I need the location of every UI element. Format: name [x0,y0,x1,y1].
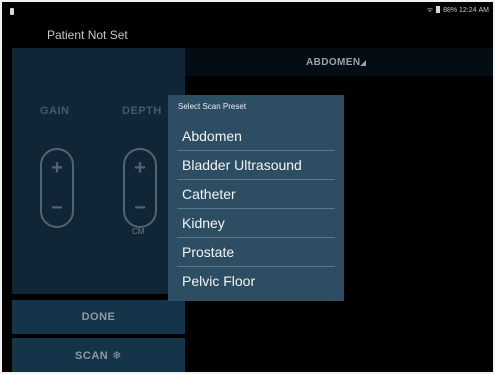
preset-item-label: Pelvic Floor [182,273,256,289]
control-panel [12,48,185,294]
wifi-icon: ᯤ [426,7,434,14]
gain-increase-button[interactable]: + [42,158,72,178]
preset-item-prostate[interactable]: Prostate [177,238,335,267]
preset-item-label: Kidney [182,215,225,231]
preset-item-catheter[interactable]: Catheter [177,180,335,209]
preset-item-pelvic-floor[interactable]: Pelvic Floor [177,267,335,296]
gain-label: GAIN [40,105,70,117]
depth-unit-label: CM [132,227,145,236]
app-screen: ᯤ 88% 12:24 AM Patient Not Set ABDOMEN◢ … [2,2,493,372]
done-button[interactable]: DONE [12,300,185,334]
notification-icon [10,8,14,15]
depth-decrease-button[interactable]: − [125,198,155,218]
preset-item-label: Abdomen [182,128,242,144]
status-bar: ᯤ 88% 12:24 AM [2,2,493,20]
chevron-down-icon: ◢ [360,60,367,67]
preset-button-label: ABDOMEN [306,57,361,68]
preset-item-kidney[interactable]: Kidney [177,209,335,238]
gain-decrease-button[interactable]: − [42,198,72,218]
patient-label[interactable]: Patient Not Set [47,28,128,42]
scan-button-content: SCAN ❄ [12,349,185,362]
done-button-label: DONE [81,311,116,323]
status-right: ᯤ 88% 12:24 AM [427,6,489,15]
gain-stepper[interactable]: + − [40,148,74,228]
scan-button[interactable]: SCAN ❄ [12,338,185,372]
preset-item-label: Catheter [182,186,236,202]
depth-stepper[interactable]: + − [123,148,157,228]
preset-item-abdomen[interactable]: Abdomen [177,122,335,151]
scan-button-label: SCAN [75,350,109,362]
preset-item-label: Prostate [182,244,235,260]
preset-item-bladder-ultrasound[interactable]: Bladder Ultrasound [177,151,335,180]
snowflake-icon: ❄ [112,350,122,362]
scan-preset-menu: Select Scan Preset Abdomen Bladder Ultra… [168,95,344,301]
preset-button[interactable]: ABDOMEN◢ [306,57,366,68]
depth-increase-button[interactable]: + [125,158,155,178]
preset-item-label: Bladder Ultrasound [182,157,302,173]
menu-title: Select Scan Preset [178,102,247,111]
status-text: 88% 12:24 AM [443,7,489,14]
depth-label: DEPTH [122,105,162,117]
battery-icon [436,6,441,13]
